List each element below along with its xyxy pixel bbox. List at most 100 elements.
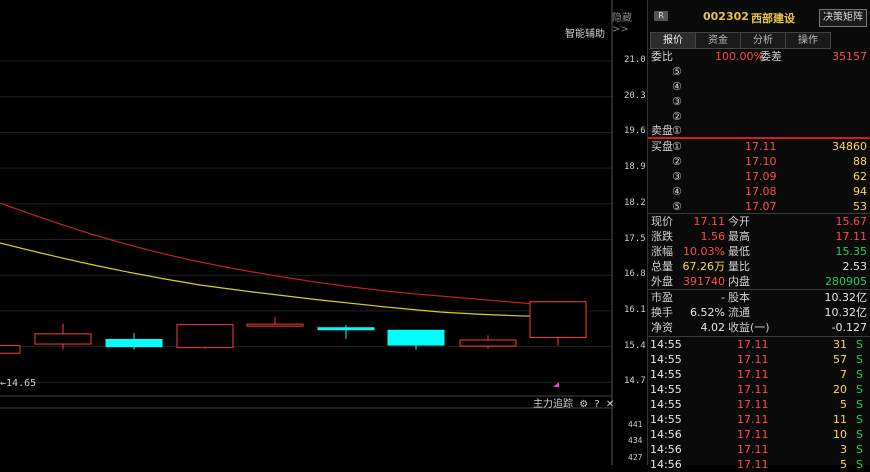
sell-level-5[interactable]: ⑤ (648, 64, 870, 79)
tick-row[interactable]: 14:55 17.11 7 S (648, 367, 870, 382)
price-tick: 15.4 (624, 340, 646, 351)
buy-level-mark: ② (672, 155, 682, 168)
buy-level-3[interactable]: ③ 17.09 62 (648, 169, 870, 184)
fund-label: 净资 (651, 321, 673, 334)
main-tracking-label[interactable]: 主力追踪 (533, 399, 573, 410)
sell-level-3[interactable]: ③ (648, 94, 870, 109)
tick-volume: 7 (840, 368, 847, 381)
buy-level-1[interactable]: 买盘 ① 17.11 34860 (648, 139, 870, 154)
tick-row[interactable]: 14:55 17.11 20 S (648, 382, 870, 397)
candle-body[interactable] (529, 301, 587, 338)
buy-price: 17.10 (745, 155, 777, 168)
sell-level-2[interactable]: ② (648, 109, 870, 124)
price-tick: 14.7 (624, 376, 646, 387)
decision-matrix-button[interactable]: 决策矩阵 (819, 9, 867, 27)
kline-chart[interactable]: 隐藏>> 智能辅助 21.0 20.3 19.6 18.9 18.2 17.5 16.8 16… (0, 0, 646, 465)
gear-icon[interactable]: ⚙ (579, 399, 588, 410)
price-tick: 16.1 (624, 304, 646, 315)
tick-price: 17.11 (737, 413, 769, 426)
tick-price: 17.11 (737, 398, 769, 411)
candle-body[interactable] (0, 345, 21, 354)
buy-level-2[interactable]: ② 17.10 88 (648, 154, 870, 169)
tick-price: 17.11 (737, 383, 769, 396)
tick-row[interactable]: 14:55 17.11 11 S (648, 412, 870, 427)
tick-volume: 11 (833, 413, 847, 426)
sell-level-mark: ④ (672, 80, 682, 93)
fund-value: 10.32亿 (824, 306, 868, 319)
tick-row[interactable]: 14:55 17.11 5 S (648, 397, 870, 412)
fund-value: -0.127 (831, 321, 867, 334)
stock-code[interactable]: 002302 (703, 10, 749, 23)
stat-row[interactable]: 外盘 391740 内盘 280905 (648, 274, 870, 289)
ma-line-yellow (0, 242, 559, 317)
tick-price: 17.11 (737, 428, 769, 441)
tick-volume: 57 (833, 353, 847, 366)
buy-level-4[interactable]: ④ 17.08 94 (648, 184, 870, 199)
price-tick: 20.3 (624, 90, 646, 101)
tick-row[interactable]: 14:55 17.11 31 S (648, 337, 870, 352)
candle-body[interactable] (246, 323, 304, 327)
help-icon[interactable]: ? (594, 399, 599, 410)
buy-level-5[interactable]: ⑤ 17.07 53 (648, 199, 870, 214)
tick-time: 14:55 (650, 383, 682, 396)
stat-row[interactable]: 涨幅 10.03% 最低 15.35 (648, 244, 870, 259)
stat-value: 10.03% (683, 245, 725, 258)
sell-level-1[interactable]: 卖盘 ① (648, 123, 870, 138)
buy-price: 17.08 (745, 185, 777, 198)
volume-tick: 441 (628, 420, 643, 429)
stat-row[interactable]: 总量 67.26万 量比 2.53 (648, 259, 870, 274)
tick-row[interactable]: 14:56 17.11 10 S (648, 427, 870, 442)
fund-label: 收益(一) (728, 321, 770, 334)
buy-volume: 53 (853, 200, 867, 213)
candle-body[interactable] (105, 338, 163, 348)
tick-price: 17.11 (737, 338, 769, 351)
fundamental-row[interactable]: 净资 4.02 收益(一) -0.127 (648, 320, 870, 335)
candle-body[interactable] (459, 339, 517, 347)
stat-row[interactable]: 现价 17.11 今开 15.67 (648, 214, 870, 229)
smart-assist-button[interactable]: 智能辅助 (565, 25, 605, 40)
fund-value: 10.32亿 (824, 291, 868, 304)
fund-label: 流通 (728, 306, 750, 319)
fundamental-row[interactable]: 换手 6.52% 流通 10.32亿 (648, 305, 870, 320)
buy-price: 17.07 (745, 200, 777, 213)
tab-analysis[interactable]: 分析 (740, 32, 786, 49)
tick-side: S (856, 443, 863, 456)
tick-time: 14:56 (650, 428, 682, 441)
buy-volume: 34860 (832, 140, 867, 153)
tick-volume: 3 (840, 443, 847, 456)
stat-label: 涨跌 (651, 230, 673, 243)
close-icon[interactable]: ✕ (606, 399, 614, 410)
buy-level-mark: ① (672, 140, 682, 153)
fund-label: 股本 (728, 291, 750, 304)
sell-level-4[interactable]: ④ (648, 79, 870, 94)
tab-operation[interactable]: 操作 (785, 32, 831, 49)
stock-name[interactable]: 西部建设 (751, 10, 795, 26)
hide-toggle[interactable]: 隐藏>> (612, 9, 645, 35)
stock-header: R 002302 西部建设 决策矩阵 (648, 0, 870, 30)
stat-row[interactable]: 涨跌 1.56 最高 17.11 (648, 229, 870, 244)
stat-value: 2.53 (842, 260, 868, 273)
fundamental-row[interactable]: 市盈 - 股本 10.32亿 (648, 290, 870, 305)
tick-volume: 10 (833, 428, 847, 441)
tick-price: 17.11 (737, 353, 769, 366)
r-badge: R (654, 11, 668, 21)
buy-volume: 88 (853, 155, 867, 168)
tab-quote[interactable]: 报价 (650, 32, 696, 49)
fund-value: 4.02 (700, 321, 726, 334)
tick-side: S (856, 383, 863, 396)
sell-level-mark: ⑤ (672, 65, 682, 78)
candle-body[interactable] (176, 324, 234, 349)
stat-label: 最高 (728, 230, 750, 243)
stat-label: 今开 (728, 215, 750, 228)
fund-label: 市盈 (651, 291, 673, 304)
tick-row[interactable]: 14:55 17.11 57 S (648, 352, 870, 367)
candle-body[interactable] (317, 327, 375, 331)
candle-body[interactable] (34, 333, 92, 345)
stat-label: 现价 (651, 215, 673, 228)
tick-row[interactable]: 14:56 17.11 3 S (648, 442, 870, 457)
tick-time: 14:55 (650, 338, 682, 351)
tab-funds[interactable]: 资金 (695, 32, 741, 49)
sell-label: 卖盘 (651, 124, 673, 137)
candle-body[interactable] (387, 329, 445, 346)
tick-time: 14:55 (650, 353, 682, 366)
